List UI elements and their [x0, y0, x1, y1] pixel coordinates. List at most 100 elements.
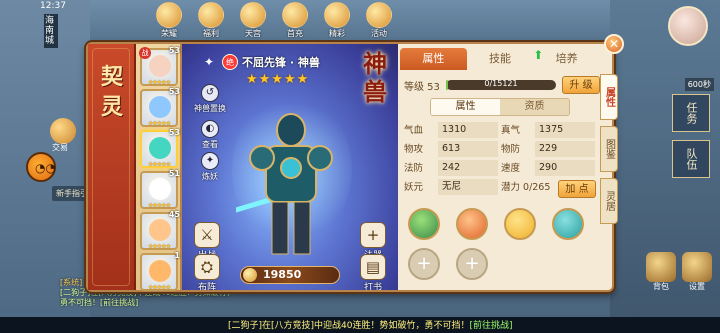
glory-icon	[156, 2, 182, 28]
helmet	[276, 113, 306, 147]
city-name-label[interactable]: 海南城	[44, 14, 58, 48]
exp-bar: 0/15121	[446, 79, 556, 90]
stat-row: 法防 242 速度 290	[404, 160, 598, 176]
first-charge-icon	[282, 2, 308, 28]
ticker-link[interactable]: [前往挑战]	[470, 321, 513, 331]
subtab-aptitude[interactable]: 资质	[500, 99, 569, 115]
pet-portrait	[149, 96, 171, 118]
tab-skills[interactable]: 技能 ⬆	[467, 48, 543, 70]
pet-model[interactable]	[236, 102, 346, 262]
skill-slot-empty[interactable]: +	[456, 248, 488, 280]
pet-showcase: ✦ 绝 不屈先锋 · 神兽 ★★★★★ 神兽 ↺ 神兽置换 ◐ 查看 ✦ 炼妖 …	[182, 44, 398, 290]
pet-portrait	[149, 260, 171, 282]
ticker[interactable]: [二狗子]在[八方竞技]中迎战40连胜！势如破竹，勇不可挡！[前往挑战]	[228, 318, 513, 331]
trade-label: 交易	[52, 143, 68, 152]
settings-icon[interactable]: 设置	[682, 252, 712, 291]
pet-portrait	[149, 55, 171, 77]
power-icon	[243, 268, 257, 282]
right-leg	[293, 201, 311, 255]
favorite-icon[interactable]: ✦	[204, 55, 218, 69]
player-avatar[interactable]	[668, 6, 708, 46]
left-leg	[271, 201, 289, 255]
top-icon-highlights[interactable]: 精彩	[318, 2, 356, 40]
status-time: 12:37	[40, 1, 66, 11]
power-value: 19850	[263, 268, 302, 281]
top-icon-first-charge[interactable]: 首充	[276, 2, 314, 40]
bottom-right-icons: 背包 设置	[646, 252, 712, 291]
top-icon-events[interactable]: 活动	[360, 2, 398, 40]
roster-card-4[interactable]: 51 ★★★★★	[140, 169, 180, 209]
add-points-button[interactable]: 加 点	[558, 180, 596, 198]
ticker-text: [二狗子]在[八方竞技]中迎战40连胜！势如破竹，勇不可挡！	[228, 321, 470, 331]
skill-slot-1[interactable]	[408, 208, 440, 240]
pumpkin-event-icon[interactable]: ◔◔	[26, 152, 56, 182]
trade-icon[interactable]	[50, 118, 76, 144]
level-up-button[interactable]: 升 级	[562, 76, 600, 94]
attribute-subtabs: 属性 资质	[430, 98, 570, 116]
info-tabs: 属性 技能 ⬆ 培养	[400, 48, 600, 70]
palace-icon	[240, 2, 266, 28]
tab-attributes[interactable]: 属性	[400, 48, 467, 70]
backpack-icon[interactable]: 背包	[646, 252, 676, 291]
battle-badge: 战	[139, 47, 151, 59]
info-panel: 属性 技能 ⬆ 培养 等级 53 0/15121 升 级 属性 资质 气血 1310…	[400, 44, 600, 290]
refine-button[interactable]: ✦ 炼妖	[190, 152, 230, 182]
left-shoulder	[249, 145, 275, 171]
side-tab-attributes[interactable]: 属性	[600, 74, 618, 120]
artifact-add-icon: +	[360, 222, 386, 248]
top-icon-glory[interactable]: 荣耀	[150, 2, 188, 40]
deploy-icon: ⚔	[194, 222, 220, 248]
pet-name: 不屈先锋 · 神兽	[242, 56, 320, 69]
tab-cultivate[interactable]: 培养	[533, 48, 600, 70]
armor-emblem	[280, 157, 302, 179]
skillbook-button[interactable]: ▤ 打书	[356, 254, 390, 290]
skill-slot-4[interactable]	[552, 208, 584, 240]
level-label: 等级 53	[404, 82, 440, 93]
pet-roster: 战 53 ★★★★★ 53 ★★★★★ 53 ★★★★★ 51 ★★★★★ 45…	[136, 44, 182, 291]
pet-header: ✦ 绝 不屈先锋 · 神兽	[204, 54, 320, 70]
side-tab-codex[interactable]: 图鉴	[600, 126, 618, 172]
right-shoulder	[307, 145, 333, 171]
task-tab[interactable]: 任务	[672, 94, 710, 132]
roster-card-6[interactable]: 1 ★★★★★	[140, 251, 180, 291]
roster-card-2[interactable]: 53 ★★★★★	[140, 87, 180, 127]
pet-portrait	[149, 178, 171, 200]
rank-badge: 绝	[222, 54, 238, 70]
dialog-title-banner: 契灵	[88, 44, 136, 290]
view-icon: ◐	[201, 120, 219, 138]
pet-spirit-dialog: 契灵 战 53 ★★★★★ 53 ★★★★★ 53 ★★★★★ 51 ★★★★★…	[86, 42, 618, 292]
pet-rarity-title: 神兽	[363, 49, 387, 106]
side-tabs: 属性 图鉴 灵居	[600, 74, 618, 230]
exp-text: 0/15121	[484, 79, 518, 88]
highlights-icon	[324, 2, 350, 28]
skill-slot-3[interactable]	[504, 208, 536, 240]
side-tab-dwelling[interactable]: 灵居	[600, 178, 618, 224]
top-icon-welfare[interactable]: 福利	[192, 2, 230, 40]
team-tab[interactable]: 队伍	[672, 140, 710, 178]
roster-card-3[interactable]: 53 ★★★★★	[140, 128, 180, 168]
swap-icon: ↺	[201, 84, 219, 102]
skill-slot-2[interactable]	[456, 208, 488, 240]
stat-row: 气血 1310 真气 1375	[404, 122, 598, 138]
pet-portrait	[149, 219, 171, 241]
top-icon-palace[interactable]: 天宫	[234, 2, 272, 40]
pet-stars: ★★★★★	[246, 72, 310, 87]
subtab-attributes[interactable]: 属性	[431, 99, 500, 115]
roster-card-1[interactable]: 战 53 ★★★★★	[139, 46, 180, 86]
skill-slot-empty[interactable]: +	[408, 248, 440, 280]
formation-button[interactable]: ⛭ 布阵	[190, 254, 224, 290]
dialog-title: 契灵	[100, 64, 123, 120]
timer-label: 600秒	[684, 78, 714, 91]
close-button[interactable]: ✕	[604, 34, 624, 54]
events-icon	[366, 2, 392, 28]
top-function-icons: 荣耀 福利 天宫 首充 精彩 活动	[150, 2, 398, 40]
pet-portrait	[149, 137, 171, 159]
welfare-icon	[198, 2, 224, 28]
formation-icon: ⛭	[194, 254, 220, 280]
potential-text: 潜力 0/265	[501, 182, 551, 193]
combat-power: 19850	[240, 266, 340, 284]
refine-icon: ✦	[201, 152, 219, 170]
roster-card-5[interactable]: 45 ★★★★★	[140, 210, 180, 250]
view-button[interactable]: ◐ 查看	[190, 120, 230, 150]
divine-swap-button[interactable]: ↺ 神兽置换	[190, 84, 230, 114]
